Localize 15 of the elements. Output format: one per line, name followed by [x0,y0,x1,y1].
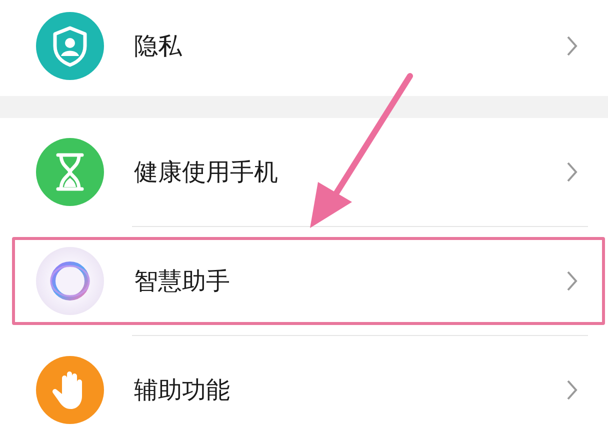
chevron-icon [566,161,578,183]
item-label: 隐私 [134,31,183,62]
settings-item[interactable]: 隐私 [0,0,608,92]
settings-item[interactable]: 辅助功能 [0,336,608,430]
chevron-icon [566,35,578,57]
chevron-icon [566,379,578,401]
shield-person-icon [36,12,104,80]
hourglass-icon [36,138,104,206]
chevron-icon [566,270,578,292]
hand-icon [36,356,104,424]
settings-item[interactable]: 智慧助手 [0,227,608,335]
item-label: 辅助功能 [134,375,231,406]
item-label: 智慧助手 [134,266,231,297]
item-label: 健康使用手机 [134,157,279,188]
assistant-ring-icon [36,247,104,315]
